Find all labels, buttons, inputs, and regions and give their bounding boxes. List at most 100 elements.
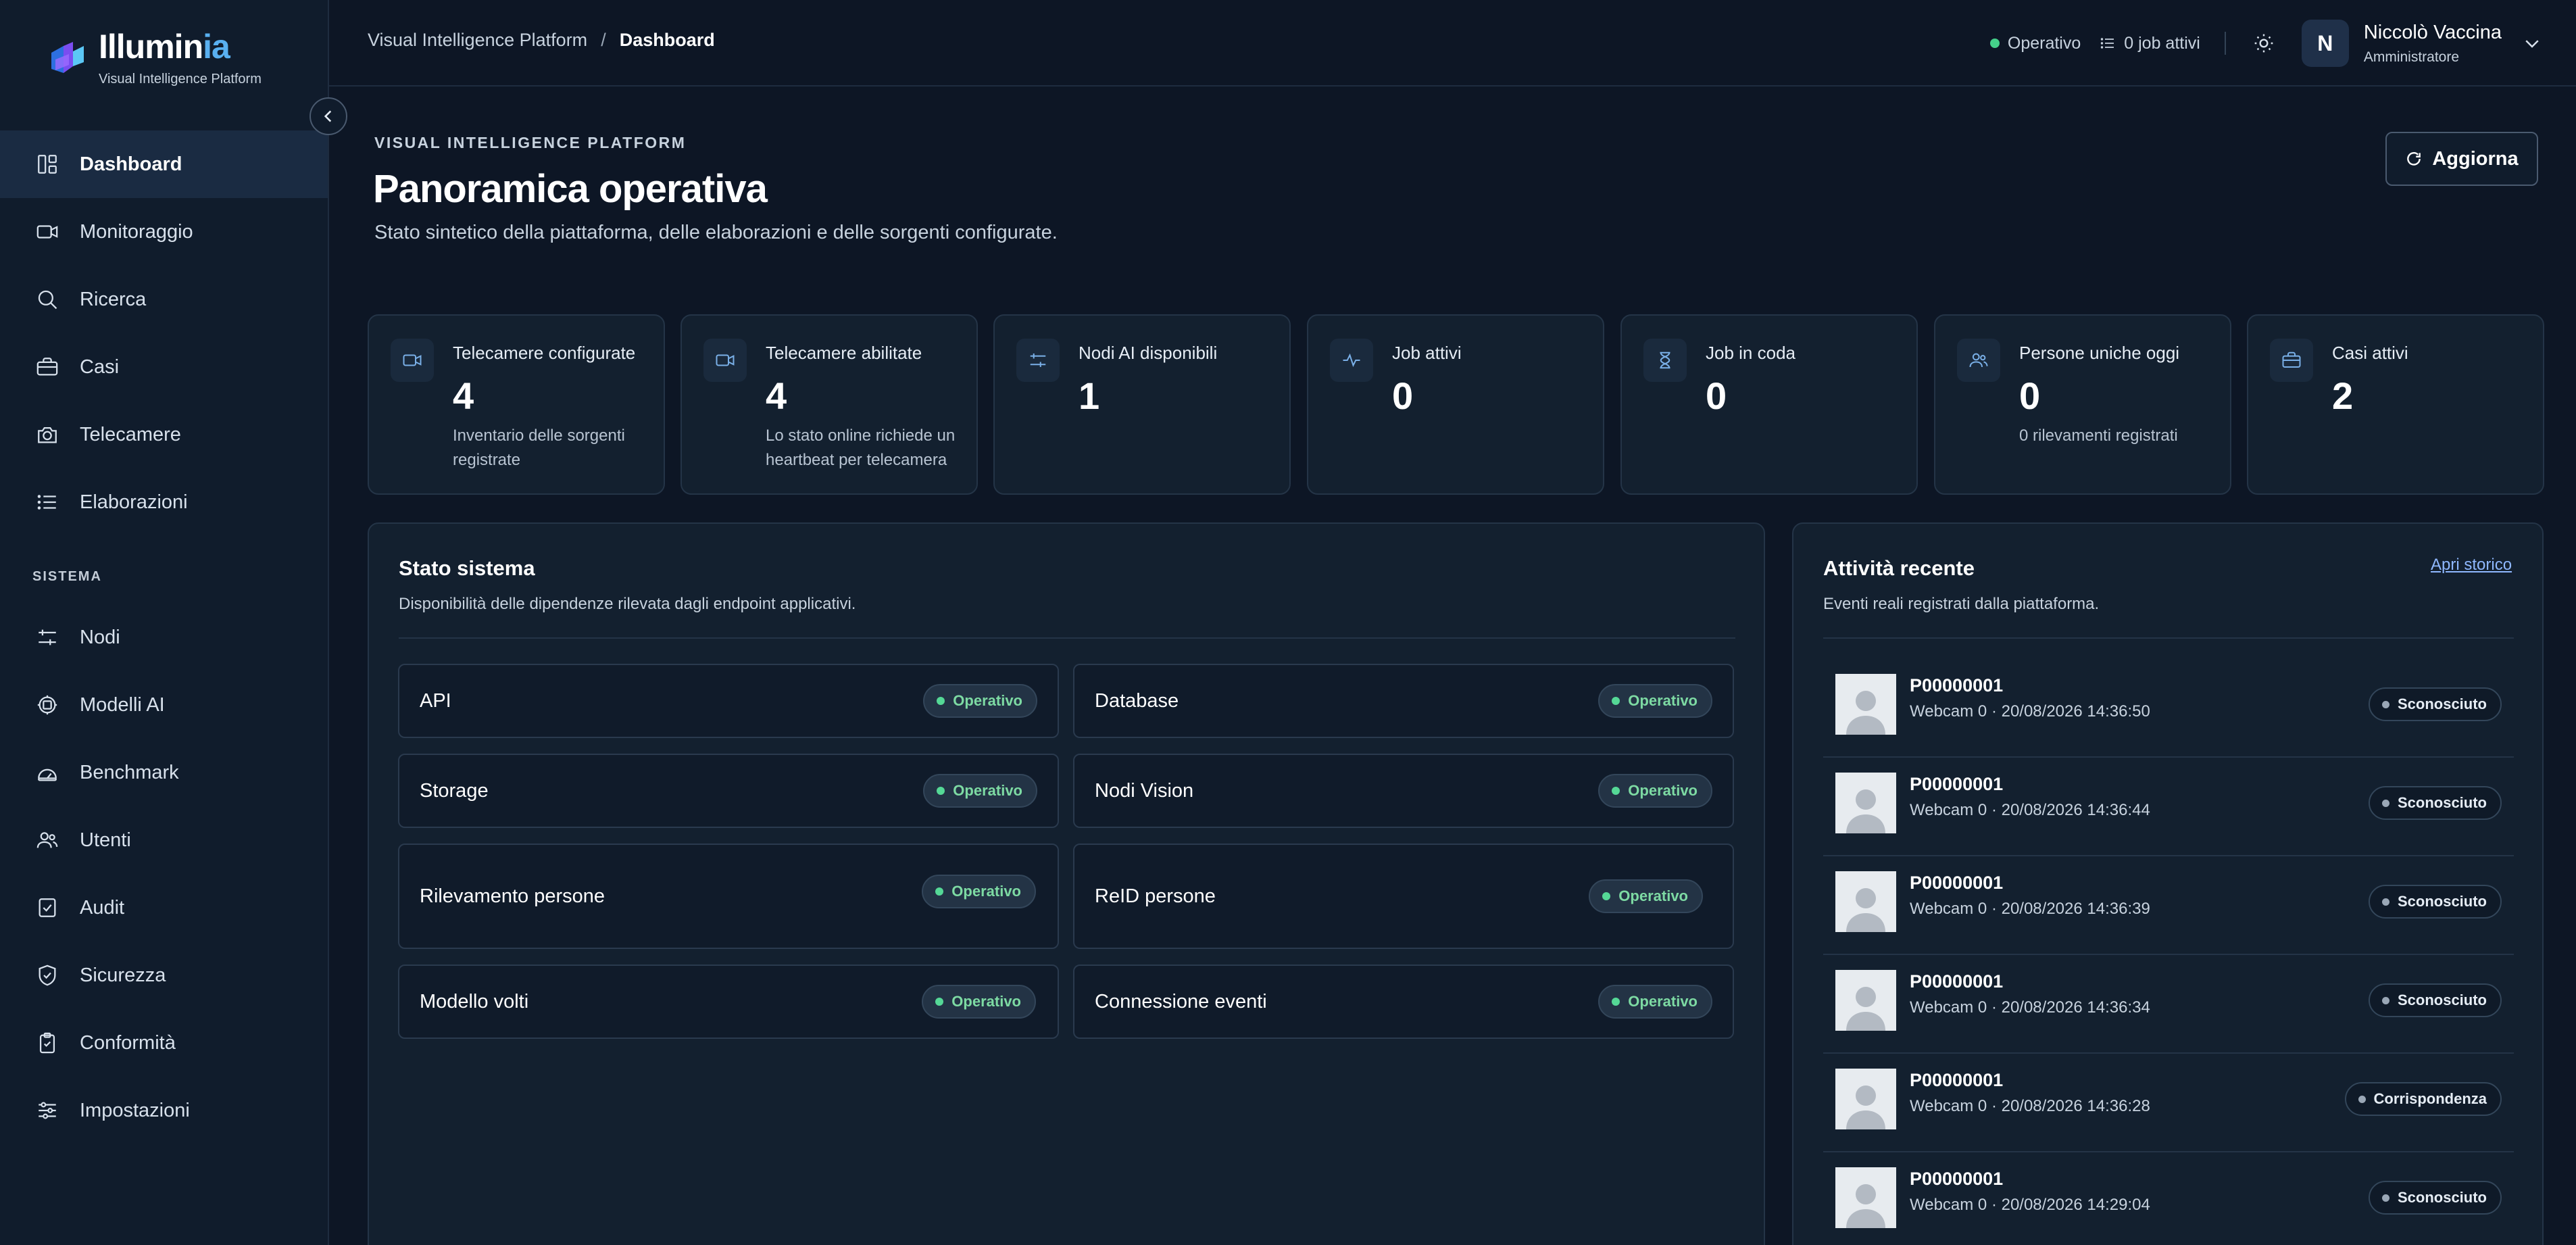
kpi-value: 2: [2332, 374, 2354, 417]
service-database: Database Operativo: [1073, 664, 1734, 738]
status-dot-icon: [937, 787, 945, 795]
user-silhouette-icon: [1846, 1085, 1885, 1129]
breadcrumb-root[interactable]: Visual Intelligence Platform: [368, 30, 587, 51]
service-name: Connessione eventi: [1095, 990, 1267, 1012]
service-name: Database: [1095, 689, 1179, 712]
activity-item[interactable]: P00000001 Webcam 0 · 20/08/2026 14:36:28…: [1823, 1054, 2514, 1152]
search-icon: [35, 287, 59, 312]
list-icon: [35, 490, 59, 514]
sidebar: Illuminia Visual Intelligence Platform D…: [0, 0, 329, 1245]
brand[interactable]: Illuminia Visual Intelligence Platform: [49, 27, 262, 101]
breadcrumb-current: Dashboard: [619, 30, 715, 50]
sidebar-item-impostazioni[interactable]: Impostazioni: [0, 1077, 328, 1144]
breadcrumb: Visual Intelligence Platform / Dashboard: [368, 30, 715, 51]
kpi-value: 0: [1392, 374, 1414, 417]
kpi-card-telecamere-configurate: Telecamere configurate 4 Inventario dell…: [368, 314, 665, 495]
service-name: Rilevamento persone: [420, 885, 605, 907]
match-status-badge: Sconosciuto: [2368, 983, 2502, 1017]
panel-divider: [399, 637, 1735, 639]
person-id: P00000001: [1910, 971, 2004, 992]
video-icon: [35, 220, 59, 244]
person-thumbnail: [1835, 871, 1896, 932]
status-dot-icon: [1612, 998, 1620, 1006]
shield-icon: [35, 963, 59, 987]
activity-item[interactable]: P00000001 Webcam 0 · 20/08/2026 14:36:39…: [1823, 856, 2514, 955]
kpi-card-casi-attivi: Casi attivi 2: [2247, 314, 2544, 495]
brand-name-main: Illumin: [99, 28, 203, 66]
status-dot-icon: [2381, 1194, 2389, 1202]
kpi-label: Telecamere abilitate: [766, 343, 922, 363]
refresh-button[interactable]: Aggiorna: [2385, 132, 2538, 186]
activity-item[interactable]: P00000001 Webcam 0 · 20/08/2026 14:36:34…: [1823, 955, 2514, 1054]
status-badge-label: Operativo: [953, 692, 1022, 709]
kpi-card-telecamere-abilitate: Telecamere abilitate 4 Lo stato online r…: [680, 314, 978, 495]
app-root: Illuminia Visual Intelligence Platform D…: [0, 0, 2576, 1245]
sidebar-item-label: Casi: [80, 356, 120, 378]
service-name: API: [420, 689, 451, 712]
sidebar-item-monitoraggio[interactable]: Monitoraggio: [0, 198, 328, 266]
status-dot-icon: [2381, 799, 2389, 807]
person-id: P00000001: [1910, 873, 2004, 893]
user-menu[interactable]: Niccolò Vaccina Amministratore: [2364, 22, 2502, 66]
sidebar-item-label: Impostazioni: [80, 1099, 190, 1121]
sidebar-item-label: Dashboard: [80, 153, 182, 175]
topbar-divider: [2224, 32, 2226, 55]
sidebar-collapse-button[interactable]: [309, 97, 347, 135]
person-id: P00000001: [1910, 1169, 2004, 1189]
video-icon: [391, 339, 434, 382]
service-modello-volti: Modello volti Operativo: [398, 965, 1059, 1039]
hourglass-icon: [1643, 339, 1687, 382]
status-badge-label: Operativo: [953, 782, 1022, 799]
chevron-down-icon[interactable]: [2522, 33, 2542, 53]
sidebar-item-nodi[interactable]: Nodi: [0, 604, 328, 671]
sidebar-item-elaborazioni[interactable]: Elaborazioni: [0, 468, 328, 536]
status-badge-label: Operativo: [1628, 993, 1698, 1010]
theme-toggle-button[interactable]: [2250, 30, 2277, 57]
status-badge: Operativo: [1598, 684, 1712, 718]
status-dot-icon: [1989, 39, 2000, 48]
sidebar-item-label: Benchmark: [80, 761, 179, 783]
sidebar-item-audit[interactable]: Audit: [0, 874, 328, 942]
logo-icon: [51, 42, 84, 73]
avatar[interactable]: N: [2301, 20, 2349, 67]
sidebar-item-label: Utenti: [80, 829, 131, 851]
sidebar-item-casi[interactable]: Casi: [0, 333, 328, 401]
sidebar-item-ricerca[interactable]: Ricerca: [0, 266, 328, 333]
match-status-label: Sconosciuto: [2397, 695, 2487, 712]
brand-subtitle: Visual Intelligence Platform: [99, 72, 262, 87]
sidebar-item-modelli-ai[interactable]: Modelli AI: [0, 671, 328, 739]
kpi-card-persone-uniche: Persone uniche oggi 0 0 rilevamenti regi…: [1934, 314, 2231, 495]
sidebar-item-sicurezza[interactable]: Sicurezza: [0, 942, 328, 1009]
sidebar-item-label: Sicurezza: [80, 964, 166, 986]
sidebar-item-utenti[interactable]: Utenti: [0, 806, 328, 874]
activity-panel-title: Attività recente: [1823, 556, 1975, 580]
person-thumbnail: [1835, 1069, 1896, 1129]
sidebar-item-conformita[interactable]: Conformità: [0, 1009, 328, 1077]
sidebar-item-dashboard[interactable]: Dashboard: [0, 130, 328, 198]
kpi-label: Telecamere configurate: [453, 343, 636, 363]
activity-item[interactable]: P00000001 Webcam 0 · 20/08/2026 14:29:04…: [1823, 1152, 2514, 1245]
status-badge: Operativo: [922, 875, 1036, 908]
event-meta: Webcam 0 · 20/08/2026 14:36:50: [1910, 702, 2150, 721]
match-status-label: Corrispondenza: [2373, 1090, 2487, 1107]
match-status-badge: Sconosciuto: [2368, 885, 2502, 919]
sidebar-item-benchmark[interactable]: Benchmark: [0, 739, 328, 806]
camera-icon: [35, 422, 59, 447]
kpi-label: Casi attivi: [2332, 343, 2408, 363]
kpi-card-nodi-ai: Nodi AI disponibili 1: [993, 314, 1291, 495]
activity-item[interactable]: P00000001 Webcam 0 · 20/08/2026 14:36:44…: [1823, 758, 2514, 856]
open-history-link[interactable]: Apri storico: [2431, 556, 2512, 575]
kpi-value: 1: [1079, 374, 1100, 417]
video-icon: [703, 339, 747, 382]
user-silhouette-icon: [1846, 691, 1885, 735]
activity-item[interactable]: P00000001 Webcam 0 · 20/08/2026 14:36:50…: [1823, 659, 2514, 758]
jobs-indicator[interactable]: 0 job attivi: [2100, 34, 2200, 53]
panel-divider: [1823, 637, 2514, 639]
status-dot-icon: [2381, 996, 2389, 1004]
match-status-label: Sconosciuto: [2397, 794, 2487, 811]
service-rilevamento-persone: Rilevamento persone Operativo: [398, 844, 1059, 949]
kpi-label: Job in coda: [1706, 343, 1795, 363]
status-dot-icon: [1612, 787, 1620, 795]
sidebar-item-telecamere[interactable]: Telecamere: [0, 401, 328, 468]
system-panel-subtitle: Disponibilità delle dipendenze rilevata …: [399, 595, 856, 613]
